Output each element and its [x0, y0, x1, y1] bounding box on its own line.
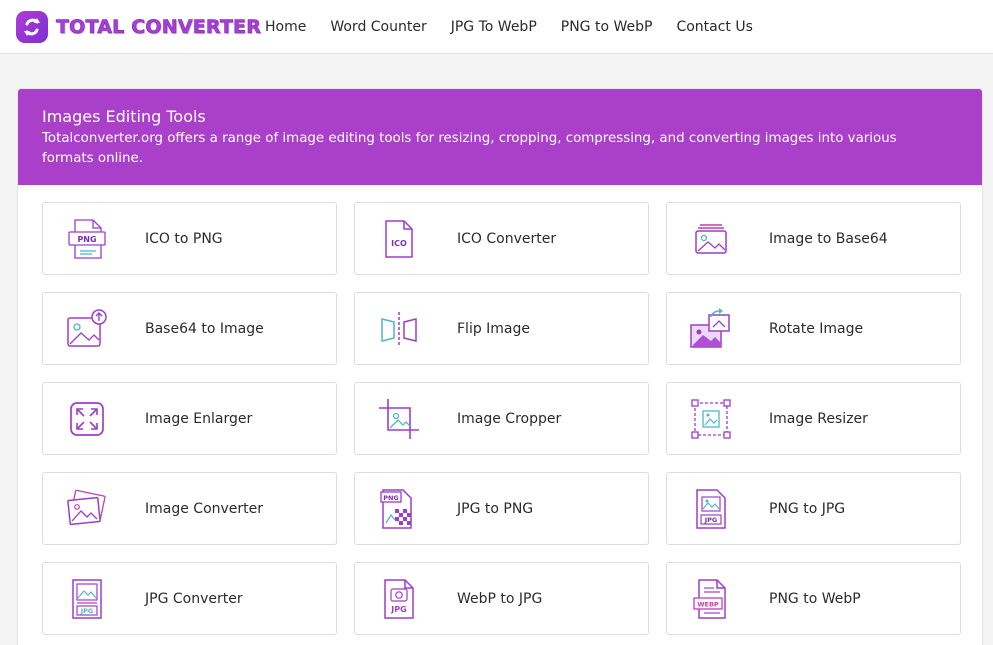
- flip-icon: [381, 311, 417, 346]
- tool-label: PNG to JPG: [769, 500, 846, 517]
- crop-icon: [379, 398, 419, 439]
- panel-description: Totalconverter.org offers a range of ima…: [42, 131, 897, 166]
- panel-header: Images Editing Tools Totalconverter.org …: [18, 89, 982, 185]
- top-navbar: TOTAL CONVERTER Home Word Counter JPG To…: [0, 0, 993, 54]
- nav-contact-us[interactable]: Contact Us: [676, 19, 752, 35]
- tool-card-rotate-image[interactable]: Rotate Image: [666, 292, 961, 365]
- svg-text:PNG: PNG: [383, 494, 399, 502]
- ico-file-icon: ICO: [385, 219, 413, 258]
- nav-word-counter[interactable]: Word Counter: [330, 19, 426, 35]
- tool-card-ico-converter[interactable]: ICO ICO Converter: [354, 202, 649, 275]
- png-to-jpg-icon: JPG: [696, 488, 726, 529]
- logo-icon: [16, 11, 48, 43]
- brand-logo[interactable]: TOTAL CONVERTER: [16, 11, 261, 43]
- tool-label: Image Cropper: [457, 410, 562, 427]
- tool-label: Base64 to Image: [145, 320, 264, 337]
- nav-jpg-to-webp[interactable]: JPG To WebP: [451, 19, 537, 35]
- tool-card-ico-to-png[interactable]: PNG ICO to PNG: [42, 202, 337, 275]
- tool-label: Rotate Image: [769, 320, 864, 337]
- image-upload-icon: [67, 308, 107, 347]
- tool-label: WebP to JPG: [457, 590, 543, 607]
- tool-card-image-enlarger[interactable]: Image Enlarger: [42, 382, 337, 455]
- svg-text:WEBP: WEBP: [697, 600, 719, 608]
- tool-label: Image Converter: [145, 500, 264, 517]
- tool-label: PNG to WebP: [769, 590, 861, 607]
- image-tools-panel: Images Editing Tools Totalconverter.org …: [17, 88, 983, 645]
- tool-label: Image to Base64: [769, 230, 888, 247]
- image-convert-icon: [67, 489, 106, 525]
- ico-to-png-icon: PNG: [68, 218, 106, 259]
- svg-text:JPG: JPG: [80, 607, 94, 615]
- tool-card-base64-to-image[interactable]: Base64 to Image: [42, 292, 337, 365]
- tool-card-image-resizer[interactable]: Image Resizer: [666, 382, 961, 455]
- expand-icon: [70, 401, 104, 436]
- main-nav: Home Word Counter JPG To WebP PNG to Web…: [265, 0, 777, 54]
- jpg-converter-icon: JPG: [72, 578, 102, 619]
- svg-text:JPG: JPG: [704, 516, 718, 524]
- tool-label: JPG to PNG: [457, 500, 534, 517]
- tool-card-webp-to-jpg[interactable]: JPG WebP to JPG: [354, 562, 649, 635]
- tool-card-flip-image[interactable]: Flip Image: [354, 292, 649, 365]
- tool-card-image-converter[interactable]: Image Converter: [42, 472, 337, 545]
- tool-label: JPG Converter: [145, 590, 243, 607]
- tool-card-png-to-jpg[interactable]: JPG PNG to JPG: [666, 472, 961, 545]
- nav-home[interactable]: Home: [265, 19, 306, 35]
- jpg-to-png-icon: PNG: [380, 488, 412, 529]
- tool-card-image-to-base64[interactable]: Image to Base64: [666, 202, 961, 275]
- tool-label: ICO to PNG: [145, 230, 223, 247]
- tools-grid: PNG ICO to PNG ICO ICO Converter Image t…: [42, 202, 961, 635]
- resize-icon: [691, 398, 731, 439]
- tool-card-jpg-to-png[interactable]: PNG JPG to PNG: [354, 472, 649, 545]
- tool-card-jpg-converter[interactable]: JPG JPG Converter: [42, 562, 337, 635]
- rotate-image-icon: [690, 307, 730, 348]
- brand-name: TOTAL CONVERTER: [56, 16, 262, 39]
- tool-card-png-to-webp[interactable]: WEBP PNG to WebP: [666, 562, 961, 635]
- nav-png-to-webp[interactable]: PNG to WebP: [561, 19, 653, 35]
- tool-label: Image Enlarger: [145, 410, 253, 427]
- svg-text:PNG: PNG: [77, 235, 96, 244]
- image-stack-icon: [695, 223, 727, 254]
- tool-label: Image Resizer: [769, 410, 868, 427]
- svg-text:JPG: JPG: [390, 605, 406, 614]
- tool-label: Flip Image: [457, 320, 531, 337]
- tool-card-image-cropper[interactable]: Image Cropper: [354, 382, 649, 455]
- tool-label: ICO Converter: [457, 230, 557, 247]
- panel-title: Images Editing Tools: [42, 107, 206, 126]
- webp-to-jpg-icon: JPG: [384, 578, 414, 619]
- png-to-webp-icon: WEBP: [693, 578, 726, 619]
- svg-text:ICO: ICO: [391, 239, 407, 248]
